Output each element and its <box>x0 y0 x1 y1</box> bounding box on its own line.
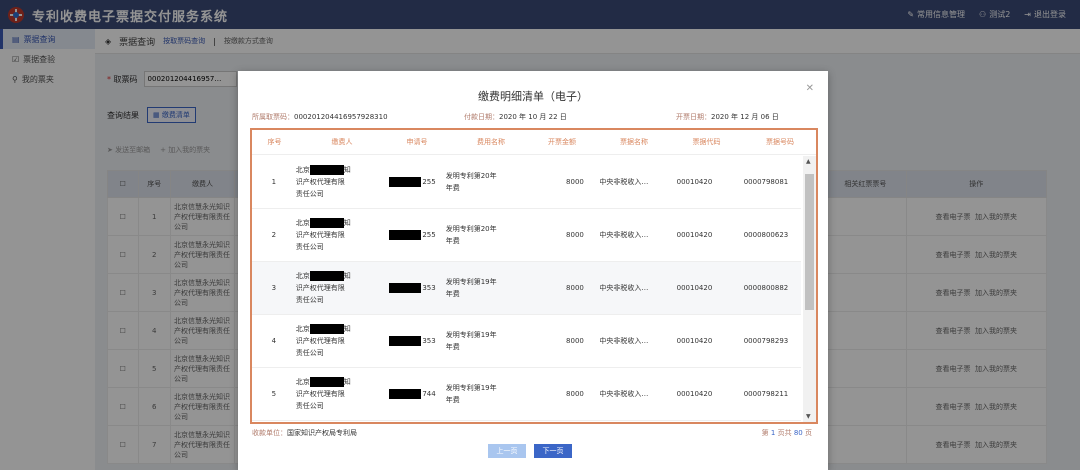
page-info: 第 1 页共 80 页 <box>761 429 812 437</box>
cell-ticket-code: 00010420 <box>676 390 713 398</box>
cell-payer: 北京知识产权代理有限 责任公司 <box>295 165 351 198</box>
cell-payer: 北京知识产权代理有限 责任公司 <box>295 271 351 304</box>
cell-ticket-code: 00010420 <box>676 178 713 186</box>
cell-ticket-name: 中央非税收入… <box>599 284 649 292</box>
pagination: 上一页 下一页 <box>488 444 572 458</box>
cell-fee-name: 发明专利第20年 年费 <box>445 172 497 192</box>
table-row[interactable]: 5 北京知识产权代理有限 责任公司 744 发明专利第19年 年费 8000 中央非税收入… 0… <box>252 368 801 421</box>
table-scrollbar[interactable]: ▲ ▼ <box>803 156 816 422</box>
redaction-mask <box>309 218 344 228</box>
scroll-down-icon[interactable]: ▼ <box>806 413 811 420</box>
cell-application-no: 744 <box>383 389 441 399</box>
cell-ticket-number: 0000800882 <box>743 284 789 292</box>
cell-ticket-name: 中央非税收入… <box>599 390 649 398</box>
cell-fee-name: 发明专利第20年 年费 <box>445 225 497 245</box>
col-header-app: 申请号 <box>406 138 428 146</box>
cell-seq: 2 <box>271 231 277 239</box>
cell-amount: 8000 <box>566 178 584 186</box>
redaction-mask <box>309 324 344 334</box>
cell-ticket-code: 00010420 <box>676 231 713 239</box>
cell-ticket-number: 0000798081 <box>743 178 789 186</box>
redaction-mask <box>389 283 422 293</box>
table-row[interactable]: 4 北京知识产权代理有限 责任公司 353 发明专利第19年 年费 8000 中央非税收入… 0… <box>252 315 801 368</box>
cell-seq: 1 <box>271 178 277 186</box>
cell-ticket-name: 中央非税收入… <box>599 231 649 239</box>
cell-ticket-number: 0000798293 <box>743 337 789 345</box>
modal-title: 缴费明细清单（电子） <box>478 90 588 103</box>
cell-amount: 8000 <box>566 390 584 398</box>
table-row[interactable]: 1 北京知识产权代理有限 责任公司 255 发明专利第20年 年费 8000 中央非税收入… 0… <box>252 156 801 209</box>
close-icon[interactable]: ✕ <box>806 83 814 94</box>
cell-ticket-number: 0000800623 <box>743 231 789 239</box>
cell-fee-name: 发明专利第19年 年费 <box>445 331 497 351</box>
col-header-ticket-number: 票据号码 <box>766 138 794 146</box>
col-header-fee: 费用名称 <box>477 138 505 146</box>
cell-fee-name: 发明专利第19年 年费 <box>445 384 497 404</box>
col-header-amount: 开票金额 <box>548 138 576 146</box>
col-header-ticket-name: 票据名称 <box>620 138 648 146</box>
cell-seq: 5 <box>271 390 277 398</box>
redaction-mask <box>309 271 344 281</box>
fee-table-header: 序号 缴费人 申请号 费用名称 开票金额 票据名称 票据代码 票据号码 <box>252 130 816 155</box>
cell-application-no: 353 <box>383 283 441 293</box>
redaction-mask <box>389 230 422 240</box>
redaction-mask <box>389 389 422 399</box>
redaction-mask <box>389 336 422 346</box>
cell-application-no: 353 <box>383 336 441 346</box>
cell-application-no: 255 <box>383 177 441 187</box>
col-header-payer: 缴费人 <box>331 138 353 146</box>
scroll-up-icon[interactable]: ▲ <box>806 158 811 165</box>
cell-ticket-code: 00010420 <box>676 284 713 292</box>
cell-ticket-name: 中央非税收入… <box>599 337 649 345</box>
next-page-button[interactable]: 下一页 <box>534 444 572 458</box>
cell-seq: 4 <box>271 337 277 345</box>
redaction-mask <box>309 165 344 175</box>
cell-ticket-number: 0000798211 <box>743 390 789 398</box>
col-header-seq: 序号 <box>267 138 282 146</box>
fee-table-body[interactable]: 1 北京知识产权代理有限 责任公司 255 发明专利第20年 年费 8000 中央非税收入… 0… <box>252 156 801 422</box>
prev-page-button[interactable]: 上一页 <box>488 444 526 458</box>
collector-info: 收款单位：国家知识产权局专利局 <box>252 429 357 437</box>
cell-ticket-name: 中央非税收入… <box>599 178 649 186</box>
meta-issued-date: 开票日期：2020 年 12 月 06 日 <box>676 113 779 121</box>
fee-table-frame: 序号 缴费人 申请号 费用名称 开票金额 票据名称 票据代码 票据号码 1 北京知… <box>250 128 818 424</box>
cell-payer: 北京知识产权代理有限 责任公司 <box>295 218 351 251</box>
meta-code: 所属取票码：000201204416957928310 <box>252 113 388 121</box>
cell-amount: 8000 <box>566 284 584 292</box>
cell-payer: 北京知识产权代理有限 责任公司 <box>295 324 351 357</box>
table-row[interactable]: 2 北京知识产权代理有限 责任公司 255 发明专利第20年 年费 8000 中央非税收入… 0… <box>252 209 801 262</box>
fee-detail-modal: 缴费明细清单（电子） ✕ 所属取票码：000201204416957928310… <box>238 71 828 470</box>
cell-fee-name: 发明专利第19年 年费 <box>445 278 497 298</box>
redaction-mask <box>389 177 422 187</box>
cell-seq: 3 <box>271 284 277 292</box>
cell-application-no: 255 <box>383 230 441 240</box>
cell-ticket-code: 00010420 <box>676 337 713 345</box>
col-header-ticket-code: 票据代码 <box>692 138 721 146</box>
scroll-thumb[interactable] <box>805 174 814 310</box>
table-row[interactable]: 3 北京知识产权代理有限 责任公司 353 发明专利第19年 年费 8000 中央非税收入… 0… <box>252 262 801 315</box>
cell-amount: 8000 <box>566 337 584 345</box>
redaction-mask <box>309 377 344 387</box>
cell-amount: 8000 <box>566 231 584 239</box>
cell-payer: 北京知识产权代理有限 责任公司 <box>295 377 351 410</box>
meta-paid-date: 付款日期：2020 年 10 月 22 日 <box>464 113 567 121</box>
